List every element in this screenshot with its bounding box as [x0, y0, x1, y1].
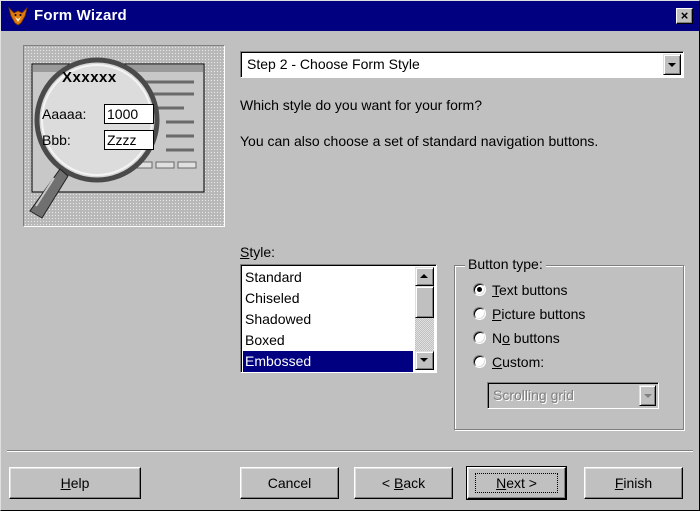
- help-button[interactable]: Help: [9, 467, 141, 499]
- form-preview-image: Xxxxxx Aaaaa: 1000 Bbb: Zzzz: [23, 45, 225, 227]
- list-item-shadowed[interactable]: Shadowed: [243, 309, 413, 330]
- scroll-down-icon[interactable]: [415, 351, 434, 370]
- scroll-thumb[interactable]: [415, 286, 434, 318]
- button-separator: [7, 450, 693, 452]
- radio-icon[interactable]: [473, 355, 486, 368]
- next-button[interactable]: Next >: [466, 466, 567, 500]
- button-type-group: Button type: Text buttons Picture button…: [454, 256, 684, 430]
- radio-checked-icon[interactable]: [473, 283, 486, 296]
- preview-form-title: Xxxxxx: [62, 69, 117, 86]
- preview-field1-value: 1000: [104, 104, 154, 124]
- scroll-up-icon[interactable]: [415, 267, 434, 286]
- custom-type-dropdown: Scrolling grid: [487, 382, 659, 409]
- style-list-label: Style:: [240, 244, 276, 260]
- back-button[interactable]: < Back: [354, 467, 453, 499]
- list-item-standard[interactable]: Standard: [243, 267, 413, 288]
- custom-type-value: Scrolling grid: [493, 387, 574, 403]
- list-item-chiseled[interactable]: Chiseled: [243, 288, 413, 309]
- style-list-scrollbar[interactable]: [415, 267, 434, 370]
- wizard-step-value: Step 2 - Choose Form Style: [247, 56, 420, 72]
- preview-field2-value: Zzzz: [104, 130, 154, 150]
- style-listbox[interactable]: Standard Chiseled Shadowed Boxed Embosse…: [240, 264, 437, 373]
- preview-field2-label: Bbb:: [42, 132, 71, 148]
- cancel-button[interactable]: Cancel: [240, 467, 339, 499]
- radio-icon[interactable]: [473, 331, 486, 344]
- preview-field1-label: Aaaaa:: [42, 106, 87, 122]
- finish-button[interactable]: Finish: [584, 467, 683, 499]
- list-item-boxed[interactable]: Boxed: [243, 330, 413, 351]
- instruction-text: Which style do you want for your form?: [240, 97, 482, 113]
- close-icon: ×: [680, 8, 689, 23]
- radio-icon[interactable]: [473, 307, 486, 320]
- fox-icon: [8, 6, 28, 26]
- chevron-down-icon: [639, 385, 656, 406]
- window-title: Form Wizard: [34, 7, 127, 24]
- title-bar[interactable]: Form Wizard ×: [1, 1, 699, 31]
- close-button[interactable]: ×: [676, 8, 693, 24]
- button-type-title: Button type:: [465, 256, 546, 272]
- wizard-step-dropdown[interactable]: Step 2 - Choose Form Style: [240, 51, 684, 78]
- form-wizard-window: Form Wizard × Xxxxxx Aaaaa: 1000 Bbb: Zz…: [0, 0, 700, 511]
- chevron-down-icon[interactable]: [663, 54, 681, 75]
- instruction-text-2: You can also choose a set of standard na…: [240, 133, 599, 149]
- list-item-embossed[interactable]: Embossed: [243, 351, 413, 372]
